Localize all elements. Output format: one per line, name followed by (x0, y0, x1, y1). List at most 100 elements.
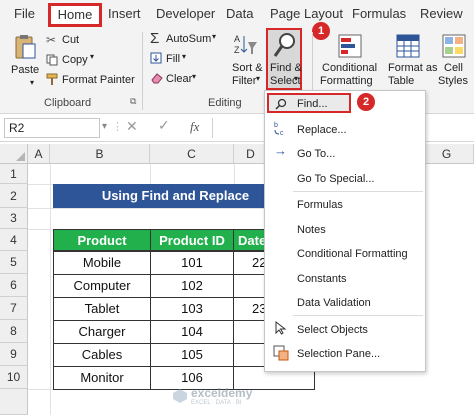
watermark: exceldemy EXCEL · DATA · BI (172, 386, 292, 408)
row-header[interactable]: 4 (0, 229, 28, 251)
row-header[interactable]: 1 (0, 164, 28, 184)
paste-label: Paste (11, 64, 40, 76)
table-cell-id[interactable]: 102 (150, 274, 234, 298)
row-header[interactable]: 8 (0, 320, 28, 343)
search-icon (275, 98, 287, 110)
row-header[interactable]: 5 (0, 251, 28, 274)
table-cell-product[interactable]: Tablet (53, 297, 151, 321)
grid-line (234, 164, 235, 184)
select-all-corner[interactable] (0, 144, 28, 164)
cell-styles-label-2: Styles (438, 75, 468, 87)
table-cell-id[interactable]: 105 (150, 343, 234, 367)
column-header[interactable]: C (150, 144, 234, 164)
row-header[interactable]: 6 (0, 274, 28, 297)
menu-item-data-validation[interactable]: Data Validation (297, 297, 371, 309)
sheet-title[interactable]: Using Find and Replace (53, 184, 298, 208)
table-header-product[interactable]: Product (53, 229, 151, 251)
dialog-launcher-icon[interactable]: ⧉ (130, 96, 136, 107)
table-cell-product[interactable]: Monitor (53, 366, 151, 390)
column-header[interactable]: D (234, 144, 268, 164)
table-cell-product[interactable]: Cables (53, 343, 151, 367)
grid-line (150, 164, 151, 184)
magnifier-icon (273, 33, 295, 57)
table-cell-id[interactable]: 104 (150, 320, 234, 344)
sort-filter-icon: A Z (234, 34, 257, 55)
corner-triangle-icon (16, 152, 25, 161)
column-header[interactable]: G (420, 144, 474, 164)
sort-chevron-icon: ▾ (256, 74, 261, 83)
sort-filter-label-2: Filter (232, 75, 257, 87)
formula-divider (212, 118, 213, 138)
column-header[interactable]: B (50, 144, 150, 164)
row-header[interactable]: 3 (0, 208, 28, 229)
svg-text:Z: Z (234, 45, 240, 55)
paste-button[interactable]: Paste (8, 32, 42, 88)
watermark-name: exceldemy (191, 386, 253, 400)
menu-item-go-to-special[interactable]: Go To Special... (297, 173, 374, 185)
table-cell-product[interactable]: Computer (53, 274, 151, 298)
menu-separator (293, 315, 423, 316)
menu-item-replace[interactable]: Replace... (297, 124, 347, 136)
tab-file[interactable]: File (14, 6, 35, 21)
menu-item-selection-pane[interactable]: Selection Pane... (297, 348, 380, 360)
find-select-menu: Find... 2 b c Replace... → Go To... Go T… (264, 90, 426, 372)
table-cell-product[interactable]: Charger (53, 320, 151, 344)
menu-item-conditional-formatting[interactable]: Conditional Formatting (297, 248, 408, 260)
column-header[interactable]: A (28, 144, 50, 164)
row-header[interactable]: 9 (0, 343, 28, 366)
fill-button[interactable]: Fill (166, 53, 180, 65)
menu-item-notes[interactable]: Notes (297, 224, 326, 236)
tab-page-layout[interactable]: Page Layout (270, 6, 343, 21)
insert-function-button[interactable]: fx (190, 119, 199, 135)
enter-icon[interactable]: ✓ (158, 117, 170, 134)
find-chevron-icon: ▾ (294, 74, 299, 83)
row-header[interactable]: 7 (0, 297, 28, 320)
svg-text:A: A (234, 34, 240, 44)
menu-item-find[interactable]: Find... (267, 93, 351, 113)
name-box[interactable]: R2 (4, 118, 100, 138)
group-divider (142, 32, 143, 110)
menu-item-formulas[interactable]: Formulas (297, 199, 343, 211)
tab-formulas[interactable]: Formulas (352, 6, 406, 21)
clipboard-icon (15, 35, 36, 59)
ribbon-tabs: File Home Insert Developer Data Page Lay… (0, 0, 474, 28)
row-header[interactable] (0, 389, 28, 415)
menu-item-go-to[interactable]: Go To... (297, 148, 335, 160)
tab-review[interactable]: Review (420, 6, 463, 21)
table-cell-id[interactable]: 101 (150, 251, 234, 275)
exceldemy-logo-icon (173, 389, 187, 403)
format-painter-button[interactable]: Format Painter (62, 74, 135, 86)
row-header[interactable]: 2 (0, 184, 28, 208)
name-box-dropdown-icon[interactable]: ▾ (102, 121, 107, 132)
pointer-icon (275, 321, 287, 335)
cut-button[interactable]: Cut (62, 34, 79, 46)
row-header[interactable]: 10 (0, 366, 28, 389)
tab-data[interactable]: Data (226, 6, 253, 21)
find-select-button[interactable]: Find & Select ▾ (266, 28, 302, 90)
autosum-button[interactable]: AutoSum (166, 33, 211, 45)
conditional-formatting-button[interactable]: Conditional Formatting (318, 30, 382, 90)
sort-filter-button[interactable]: A Z Sort & Filter ▾ (226, 30, 264, 90)
copy-button[interactable]: Copy (62, 54, 88, 66)
table-header-product-id[interactable]: Product ID (150, 229, 234, 251)
format-as-table-button[interactable]: Format as Table (384, 30, 438, 90)
menu-item-constants[interactable]: Constants (297, 273, 347, 285)
tab-home[interactable]: Home (48, 3, 102, 27)
menu-item-select-objects[interactable]: Select Objects (297, 324, 368, 336)
cancel-icon[interactable]: ✕ (126, 118, 138, 135)
menu-separator (293, 191, 423, 192)
table-cell-id[interactable]: 103 (150, 297, 234, 321)
clear-button[interactable]: Clear (166, 73, 192, 85)
tab-developer[interactable]: Developer (156, 6, 215, 21)
find-label: Find... (297, 98, 328, 110)
step-badge-2: 2 (357, 93, 375, 111)
table-cell-product[interactable]: Mobile (53, 251, 151, 275)
cell-styles-button[interactable]: Cell Styles (434, 30, 474, 90)
fill-down-icon (150, 52, 162, 64)
copy-icon (46, 54, 58, 66)
tab-insert[interactable]: Insert (108, 6, 141, 21)
grid-line (28, 208, 268, 209)
editing-group-label: Editing (208, 97, 242, 109)
arrow-right-icon: → (274, 143, 287, 158)
svg-text:b: b (274, 122, 278, 129)
